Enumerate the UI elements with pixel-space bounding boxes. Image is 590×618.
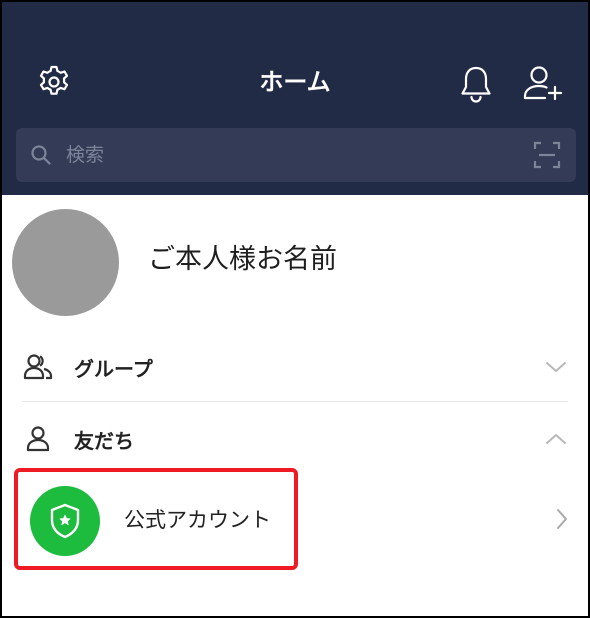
official-account-label: 公式アカウント [124,508,271,532]
search-bar[interactable] [16,128,576,182]
section-divider [22,401,568,402]
header-bar: ホーム [2,2,588,195]
chevron-down-icon[interactable] [544,355,568,379]
section-friends[interactable]: 友だち [22,406,568,472]
shield-star-icon [30,486,100,556]
home-screen: ホーム 検索 ご本人様お名前 グループ 友だち 公式アカウント [0,0,590,618]
chevron-up-icon[interactable] [544,427,568,451]
search-input[interactable] [64,134,532,176]
profile-card[interactable]: ご本人様お名前 [2,195,588,323]
avatar[interactable] [12,209,119,316]
section-groups-label: グループ [74,356,153,381]
add-friend-icon[interactable] [520,60,566,106]
page-title: ホーム [259,68,331,96]
section-friends-label: 友だち [74,428,134,453]
qr-scan-icon[interactable] [532,140,562,170]
bell-icon[interactable] [454,62,498,106]
friend-icon [22,423,54,455]
groups-icon [22,351,54,383]
search-icon [30,144,52,166]
official-account-item[interactable]: 公式アカウント [14,468,298,570]
chevron-right-icon[interactable] [550,507,574,531]
profile-name: ご本人様お名前 [148,244,337,275]
section-groups[interactable]: グループ [22,334,568,400]
